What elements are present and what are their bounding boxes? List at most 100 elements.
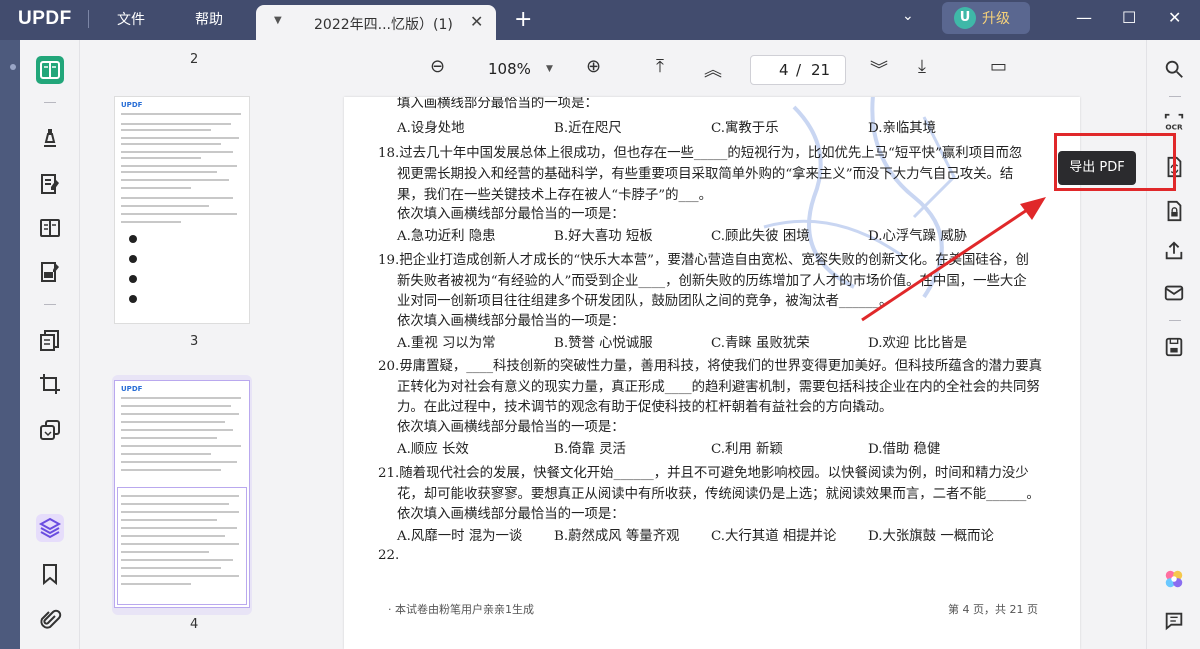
doc-option: B.好大喜功 短板 [554,229,653,244]
doc-line: 果，我们在一些关键技术上存在被人“卡脖子”的___。 [397,188,712,203]
thumbnail-page-label: 2 [190,52,199,67]
presentation-icon[interactable]: ▭ [990,56,1007,77]
close-window-button[interactable]: ✕ [1168,8,1181,27]
tab-title: 2022年四...忆版）(1) [314,17,453,33]
doc-line: 依次填入画横线部分最恰当的一项是： [397,420,625,435]
left-toolbar [20,40,80,649]
email-icon[interactable] [1161,280,1187,306]
menu-divider [88,10,89,28]
layers-icon[interactable] [36,514,64,542]
page-footer-right: 第 4 页，共 21 页 [948,603,1038,616]
highlighter-icon[interactable] [36,124,64,152]
doc-option: B.蔚然成风 等量齐观 [554,529,680,544]
doc-option: D.亲临其境 [868,121,937,136]
tab-close-icon[interactable]: ✕ [470,12,483,31]
attachment-icon[interactable] [36,606,64,634]
first-page-icon[interactable]: ⤒ [656,56,664,77]
doc-line: 依次填入画横线部分最恰当的一项是： [397,207,625,222]
view-toolbar: ⊖ 108% ▼ ⊕ ⤒ ︽ ︾ ⤓ ▭ [280,40,1146,96]
document-tab[interactable]: ▼ 2022年四...忆版）(1) ✕ [256,5,496,41]
thumbnail-logo: UPDF [121,385,143,393]
doc-line: 正转化为对社会有意义的现实力量，真正形成____的趋利避害机制，需要包括科技企业… [397,380,1040,395]
tool-divider [1169,320,1181,321]
side-indicator-dot [10,64,16,70]
zoom-out-button[interactable]: ⊖ [430,56,445,77]
thumbnail-page-4[interactable]: UPDF [114,380,250,608]
tab-dropdown-icon[interactable]: ▼ [274,15,282,26]
tool-divider [1169,96,1181,97]
pdf-page: 填入画横线部分最恰当的一项是： A.设身处地 B.近在咫尺 C.寓教于乐 D.亲… [344,97,1080,649]
organize-pages-icon[interactable] [36,326,64,354]
sign-icon[interactable] [36,258,64,286]
previous-page-icon[interactable]: ︽ [704,56,722,82]
right-toolbar: OCR [1146,40,1200,649]
convert-icon[interactable] [36,416,64,444]
doc-line: 依次填入画横线部分最恰当的一项是： [397,507,625,522]
doc-option: D.大张旗鼓 一概而论 [868,529,994,544]
doc-line: 依次填入画横线部分最恰当的一项是： [397,314,625,329]
doc-line: 填入画横线部分最恰当的一项是： [397,97,598,111]
page-number-input[interactable]: 4 / 21 [750,55,846,85]
app-logo: UPDF [18,8,72,29]
doc-line: 力。在此过程中，技术调节的观念有助于促使科技的杠杆朝着有益社会的方向撬动。 [397,400,893,415]
page-separator: / [796,61,802,79]
doc-option: C.大行其道 相提并论 [711,529,837,544]
doc-line: 20.毋庸置疑，____科技创新的突破性力量，善用科技，将使我们的世界变得更加美… [378,359,1043,374]
zoom-level[interactable]: 108% [488,60,531,78]
doc-option: A.风靡一时 混为一谈 [397,529,523,544]
thumbnail-panel: 2 UPDF 3 UPDF 4 [80,40,280,649]
doc-option: A.急功近利 隐患 [397,229,496,244]
doc-line: 21.随着现代社会的发展，快餐文化开始______，并且不可避免地影响校园。以快… [378,466,1029,481]
avatar: U [954,7,976,29]
chevron-down-icon[interactable]: ⌄ [902,8,914,24]
thumbnail-page-label: 4 [190,617,199,632]
maximize-button[interactable]: ☐ [1122,8,1136,27]
ai-assistant-icon[interactable] [1161,566,1187,592]
doc-option: D.心浮气躁 威胁 [868,229,968,244]
reader-icon[interactable] [36,56,64,84]
comment-icon[interactable] [1161,608,1187,634]
menu-help[interactable]: 帮助 [195,9,223,29]
doc-line: 新失败者被视为“有经验的人”而受到企业____，创新失败的历练增加了人才的市场价… [397,274,1027,289]
title-bar: UPDF 文件 帮助 ▼ 2022年四...忆版）(1) ✕ + ⌄ U 升级 … [0,0,1200,41]
save-icon[interactable] [1161,334,1187,360]
upgrade-label: 升级 [982,11,1010,27]
doc-line: 业对同一创新项目往往组建多个研发团队，鼓励团队之间的竞争，被淘汰者______。 [397,294,893,309]
doc-option: C.顾此失彼 困境 [711,229,810,244]
doc-option: C.利用 新颖 [711,442,783,457]
doc-option: B.近在咫尺 [554,121,622,136]
svg-text:OCR: OCR [1165,122,1183,131]
last-page-icon[interactable]: ⤓ [918,56,926,77]
next-page-icon[interactable]: ︾ [870,56,888,82]
bookmark-icon[interactable] [36,560,64,588]
tool-divider [44,304,56,305]
doc-option: B.赞誉 心悦诚服 [554,336,653,351]
zoom-in-button[interactable]: ⊕ [586,56,601,77]
zoom-dropdown-icon[interactable]: ▼ [546,64,553,74]
doc-line: 22. [378,548,400,563]
doc-option: A.顺应 长效 [397,442,469,457]
page-current: 4 [779,61,789,79]
share-icon[interactable] [1161,238,1187,264]
crop-icon[interactable] [36,370,64,398]
protect-icon[interactable] [1161,198,1187,224]
page-footer-left: · 本试卷由粉笔用户亲亲1生成 [388,603,534,616]
doc-option: A.设身处地 [397,121,465,136]
minimize-button[interactable]: — [1076,8,1092,27]
doc-option: C.寓教于乐 [711,121,779,136]
doc-option: D.借助 稳健 [868,442,941,457]
thumbnail-logo: UPDF [121,101,143,109]
doc-line: 18.过去几十年中国发展总体上很成功，但也存在一些_____的短视行为，比如优先… [378,146,1023,161]
new-tab-button[interactable]: + [514,7,532,32]
search-icon[interactable] [1161,56,1187,82]
menu-file[interactable]: 文件 [117,9,145,29]
upgrade-button[interactable]: U 升级 [942,2,1030,34]
form-icon[interactable] [36,214,64,242]
doc-option: B.倚靠 灵活 [554,442,626,457]
doc-line: 花，却可能收获寥寥。要想真正从阅读中有所收获，传统阅读仍是上选；就阅读效果而言，… [397,487,1040,502]
doc-line: 19.把企业打造成创新人才成长的“快乐大本营”，要潜心营造自由宽松、宽容失败的创… [378,253,1029,268]
doc-option: A.重视 习以为常 [397,336,496,351]
thumbnail-page-3[interactable]: UPDF [114,96,250,324]
edit-text-icon[interactable] [36,170,64,198]
tool-divider [44,102,56,103]
